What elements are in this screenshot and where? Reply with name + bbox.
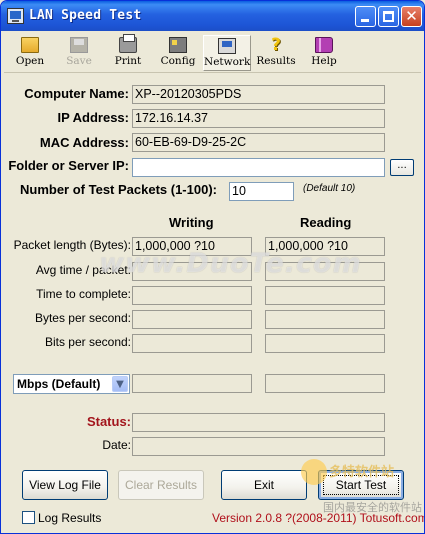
toolbar-network-button[interactable]: Network [203,35,251,71]
maximize-icon [383,11,394,22]
version-text: Version 2.0.8 ?(2008-2011) Totusoft.com [212,511,425,525]
reading-header: Reading [300,215,352,230]
packet-length-reading-field: 1,000,000 ?10 [265,237,385,256]
toolbar-open-button[interactable]: Open [10,35,50,71]
bits-per-second-label: Bits per second: [44,335,131,349]
window-title: LAN Speed Test [29,8,142,23]
computer-name-label: Computer Name: [24,86,129,101]
bits-per-second-reading-field [265,334,385,353]
ip-address-field: 172.16.14.37 [132,109,385,128]
mac-address-label: MAC Address: [39,135,129,150]
toolbar-print-button[interactable]: Print [108,34,148,71]
toolbar-results-label: Results [256,55,296,67]
minimize-button[interactable] [355,6,376,27]
unit-reading-field [265,374,385,393]
bytes-per-second-reading-field [265,310,385,329]
bits-per-second-writing-field [132,334,252,353]
time-to-complete-reading-field [265,286,385,305]
clear-results-button[interactable]: Clear Results [118,470,204,500]
toolbar-config-button[interactable]: Config [156,35,200,71]
avg-time-reading-field [265,262,385,281]
printer-icon [119,34,137,53]
avg-time-label: Avg time / packet: [35,263,131,277]
network-icon [218,38,236,54]
bytes-per-second-label: Bytes per second: [34,311,131,325]
chevron-down-icon[interactable]: ▼ [112,376,128,392]
test-packets-default-hint: (Default 10) [303,183,356,194]
toolbar: Open Save Print Config Network ? Results… [4,33,421,73]
log-results-label: Log Results [38,511,102,525]
toolbar-config-label: Config [160,55,196,67]
app-icon [7,8,24,24]
date-label: Date: [102,438,131,452]
close-icon: ✕ [405,7,418,25]
toolbar-save-button[interactable]: Save [60,35,98,71]
toolbar-print-label: Print [114,55,142,67]
focus-ring [323,475,399,495]
unit-select-value: Mbps (Default) [17,377,101,391]
folder-server-input[interactable] [132,158,385,177]
folder-server-label: Folder or Server IP: [8,158,129,173]
start-test-button[interactable]: Start Test [318,470,404,500]
toolbar-network-label: Network [204,56,251,68]
time-to-complete-writing-field [132,286,252,305]
app-window: LAN Speed Test ✕ Open Save Print Config … [0,0,425,534]
bytes-per-second-writing-field [132,310,252,329]
help-book-icon [315,37,333,53]
view-log-file-button[interactable]: View Log File [22,470,108,500]
packet-length-label: Packet length (Bytes): [13,238,131,252]
title-bar[interactable]: LAN Speed Test ✕ [1,1,424,31]
close-button[interactable]: ✕ [401,6,422,27]
test-packets-label: Number of Test Packets (1-100): [20,182,217,197]
unit-writing-field [132,374,252,393]
status-label: Status: [86,414,131,429]
toolbar-results-button[interactable]: ? Results [253,35,299,71]
browse-button[interactable]: ... [390,159,414,176]
test-packets-input[interactable]: 10 [229,182,294,201]
maximize-button[interactable] [378,6,399,27]
date-field [132,437,385,456]
save-disk-icon [70,37,88,53]
minimize-icon [361,19,369,22]
toolbar-help-label: Help [311,55,337,67]
time-to-complete-label: Time to complete: [36,287,131,301]
open-folder-icon [21,37,39,53]
computer-name-field: XP--20120305PDS [132,85,385,104]
status-field [132,413,385,432]
toolbar-save-label: Save [66,55,92,67]
config-icon [169,37,187,53]
mac-address-field: 60-EB-69-D9-25-2C [132,133,385,152]
toolbar-open-label: Open [15,55,45,67]
writing-header: Writing [169,215,214,230]
avg-time-writing-field [132,262,252,281]
question-mark-icon: ? [271,35,281,55]
packet-length-writing-field: 1,000,000 ?10 [132,237,252,256]
toolbar-help-button[interactable]: Help [306,35,342,71]
ip-address-label: IP Address: [57,110,129,125]
exit-button[interactable]: Exit [221,470,307,500]
log-results-checkbox[interactable] [22,511,35,524]
unit-select[interactable]: Mbps (Default) ▼ [13,374,130,394]
